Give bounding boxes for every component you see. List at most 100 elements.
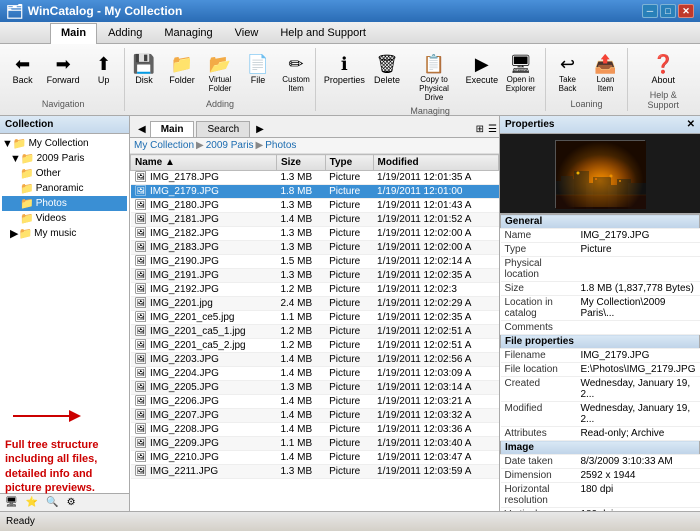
copy-icon: 📋 xyxy=(422,52,446,76)
col-modified[interactable]: Modified xyxy=(373,155,498,171)
file-button[interactable]: 📄 File xyxy=(240,50,276,88)
preview-image xyxy=(555,140,645,208)
about-button[interactable]: ❓ About xyxy=(645,50,681,88)
coll-btn-4[interactable]: ⚙ xyxy=(64,496,79,509)
folder-button[interactable]: 📁 Folder xyxy=(164,50,200,88)
delete-button[interactable]: 🗑 Delete xyxy=(369,50,405,88)
prop-row: AttributesRead-only; Archive xyxy=(501,427,700,441)
up-icon: ⬆ xyxy=(92,52,116,76)
take-back-button[interactable]: ↩ TakeBack xyxy=(550,50,586,96)
table-row[interactable]: 🖼 IMG_2190.JPG1.5 MBPicture1/19/2011 12:… xyxy=(131,255,499,269)
status-bar: Ready xyxy=(0,511,700,531)
prop-section-header: File properties xyxy=(501,335,700,349)
file-table: Name ▲ Size Type Modified 🖼 IMG_2178.JPG… xyxy=(130,154,499,479)
prop-row: Dimension2592 x 1944 xyxy=(501,469,700,483)
custom-item-icon: ✏ xyxy=(284,52,308,76)
tree-item-photos[interactable]: 📁 Photos xyxy=(2,196,127,211)
table-row[interactable]: 🖼 IMG_2191.JPG1.3 MBPicture1/19/2011 12:… xyxy=(131,269,499,283)
properties-title: Properties xyxy=(505,119,554,130)
table-row[interactable]: 🖼 IMG_2181.JPG1.4 MBPicture1/19/2011 12:… xyxy=(131,213,499,227)
loan-icon: 📤 xyxy=(594,52,618,76)
maximize-button[interactable]: □ xyxy=(660,4,676,18)
coll-btn-2[interactable]: ⭐ xyxy=(23,496,41,509)
forward-button[interactable]: ➡ Forward xyxy=(43,50,84,88)
table-row[interactable]: 🖼 IMG_2203.JPG1.4 MBPicture1/19/2011 12:… xyxy=(131,353,499,367)
table-row[interactable]: 🖼 IMG_2209.JPG1.1 MBPicture1/19/2011 12:… xyxy=(131,437,499,451)
back-button[interactable]: ⬅ Back xyxy=(5,50,41,88)
tree-item-mymusic[interactable]: ▶📁 My music xyxy=(2,226,127,241)
coll-btn-3[interactable]: 🔍 xyxy=(43,496,61,509)
table-row[interactable]: 🖼 IMG_2204.JPG1.4 MBPicture1/19/2011 12:… xyxy=(131,367,499,381)
col-size[interactable]: Size xyxy=(276,155,325,171)
properties-close-icon[interactable]: ✕ xyxy=(687,119,695,130)
disk-button[interactable]: 💾 Disk xyxy=(126,50,162,88)
prop-row: TypePicture xyxy=(501,243,700,257)
tree-icon: 📁 xyxy=(20,167,34,180)
table-row[interactable]: 🖼 IMG_2201.jpg2.4 MBPicture1/19/2011 12:… xyxy=(131,297,499,311)
col-type[interactable]: Type xyxy=(325,155,373,171)
table-row[interactable]: 🖼 IMG_2183.JPG1.3 MBPicture1/19/2011 12:… xyxy=(131,241,499,255)
custom-item-button[interactable]: ✏ CustomItem xyxy=(278,50,314,96)
table-row[interactable]: 🖼 IMG_2201_ca5_1.jpg1.2 MBPicture1/19/20… xyxy=(131,325,499,339)
tab-view[interactable]: View xyxy=(224,23,270,44)
virtual-folder-button[interactable]: 📂 VirtualFolder xyxy=(202,50,238,96)
up-button[interactable]: ⬆ Up xyxy=(86,50,122,88)
nav-right-icon[interactable]: ▶ xyxy=(252,122,268,137)
breadcrumb-photos[interactable]: Photos xyxy=(265,140,296,151)
table-row[interactable]: 🖼 IMG_2180.JPG1.3 MBPicture1/19/2011 12:… xyxy=(131,199,499,213)
execute-icon: ▶ xyxy=(470,52,494,76)
breadcrumb-2009paris[interactable]: 2009 Paris xyxy=(206,140,254,151)
table-row[interactable]: 🖼 IMG_2207.JPG1.4 MBPicture1/19/2011 12:… xyxy=(131,409,499,423)
table-row[interactable]: 🖼 IMG_2208.JPG1.4 MBPicture1/19/2011 12:… xyxy=(131,423,499,437)
table-row[interactable]: 🖼 IMG_2206.JPG1.4 MBPicture1/19/2011 12:… xyxy=(131,395,499,409)
tree-item-mycollection[interactable]: ▼📁 My Collection xyxy=(2,136,127,151)
table-row[interactable]: 🖼 IMG_2205.JPG1.3 MBPicture1/19/2011 12:… xyxy=(131,381,499,395)
panel-tab-main[interactable]: Main xyxy=(150,121,195,137)
properties-panel: Properties ✕ xyxy=(500,116,700,511)
tab-help[interactable]: Help and Support xyxy=(269,23,377,44)
table-row[interactable]: 🖼 IMG_2201_ce5.jpg1.1 MBPicture1/19/2011… xyxy=(131,311,499,325)
file-list: Name ▲ Size Type Modified 🖼 IMG_2178.JPG… xyxy=(130,154,499,511)
loaning-group-label: Loaning xyxy=(571,99,603,109)
tree-icon: 📁 xyxy=(20,197,34,210)
properties-button[interactable]: ℹ Properties xyxy=(322,50,367,88)
tree-item-videos[interactable]: 📁 Videos xyxy=(2,211,127,226)
tree-item-panoramic[interactable]: 📁 Panoramic xyxy=(2,181,127,196)
open-explorer-button[interactable]: 🖥 Open inExplorer xyxy=(503,50,539,96)
panel-tabs: ◀ Main Search ▶ ⊞ ☰ xyxy=(130,116,499,138)
collection-panel: Collection ▼📁 My Collection ▼📁 2009 Pari… xyxy=(0,116,130,511)
detail-toggle-icon[interactable]: ☰ xyxy=(486,122,499,137)
execute-button[interactable]: ▶ Execute xyxy=(463,50,501,88)
panel-tab-search[interactable]: Search xyxy=(196,121,250,137)
app-icon: 🗂 xyxy=(6,3,24,20)
coll-btn-1[interactable]: 🖥 xyxy=(2,496,21,509)
tree-icon: ▼📁 xyxy=(2,137,27,150)
loan-item-button[interactable]: 📤 LoanItem xyxy=(588,50,624,96)
tab-adding[interactable]: Adding xyxy=(97,23,153,44)
table-row[interactable]: 🖼 IMG_2211.JPG1.3 MBPicture1/19/2011 12:… xyxy=(131,465,499,479)
table-row[interactable]: 🖼 IMG_2178.JPG1.3 MBPicture1/19/2011 12:… xyxy=(131,171,499,185)
table-row[interactable]: 🖼 IMG_2179.JPG1.8 MBPicture1/19/2011 12:… xyxy=(131,185,499,199)
table-row[interactable]: 🖼 IMG_2182.JPG1.3 MBPicture1/19/2011 12:… xyxy=(131,227,499,241)
table-row[interactable]: 🖼 IMG_2192.JPG1.2 MBPicture1/19/2011 12:… xyxy=(131,283,499,297)
managing-group-label: Managing xyxy=(410,106,450,116)
table-row[interactable]: 🖼 IMG_2210.JPG1.4 MBPicture1/19/2011 12:… xyxy=(131,451,499,465)
title-bar: 🗂 WinCatalog - My Collection ─ □ ✕ xyxy=(0,0,700,22)
prop-row: Location in catalogMy Collection\2009 Pa… xyxy=(501,296,700,321)
col-name[interactable]: Name ▲ xyxy=(131,155,277,171)
prop-section-header: General xyxy=(501,215,700,229)
tab-managing[interactable]: Managing xyxy=(153,23,223,44)
copy-physical-button[interactable]: 📋 Copy toPhysical Drive xyxy=(407,50,461,104)
breadcrumb-mycollection[interactable]: My Collection xyxy=(134,140,194,151)
table-row[interactable]: 🖼 IMG_2201_ca5_2.jpg1.2 MBPicture1/19/20… xyxy=(131,339,499,353)
tree-item-other[interactable]: 📁 Other xyxy=(2,166,127,181)
tree-item-2009paris[interactable]: ▼📁 2009 Paris xyxy=(2,151,127,166)
delete-icon: 🗑 xyxy=(375,52,399,76)
navigation-group-label: Navigation xyxy=(42,99,85,109)
view-toggle-icon[interactable]: ⊞ xyxy=(474,122,486,137)
tab-main[interactable]: Main xyxy=(50,23,97,44)
minimize-button[interactable]: ─ xyxy=(642,4,658,18)
prop-row: Comments xyxy=(501,321,700,335)
close-button[interactable]: ✕ xyxy=(678,4,694,18)
nav-left-icon[interactable]: ◀ xyxy=(134,122,150,137)
